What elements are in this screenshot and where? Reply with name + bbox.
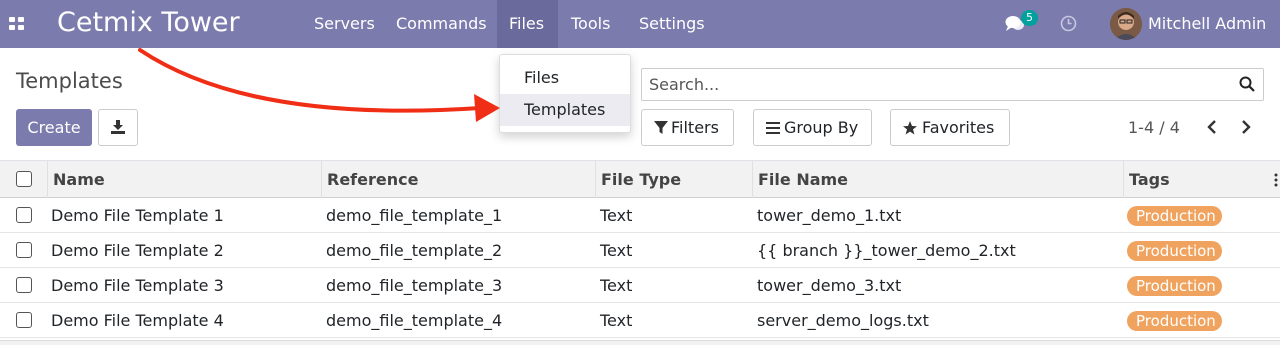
top-navbar: Cetmix Tower Servers Commands Files Tool…	[0, 0, 1280, 48]
column-header-name[interactable]: Name	[47, 161, 323, 198]
cell-file-name: tower_demo_1.txt	[757, 206, 902, 225]
download-icon	[111, 120, 125, 134]
create-button[interactable]: Create	[16, 109, 92, 146]
cell-file-name: server_demo_logs.txt	[757, 311, 929, 330]
table-footer	[0, 340, 1280, 345]
favorites-label: Favorites	[922, 118, 995, 137]
cell-name: Demo File Template 2	[51, 241, 224, 260]
tag-badge: Production	[1127, 206, 1222, 226]
clock-icon[interactable]	[1060, 15, 1077, 32]
cell-file-name: {{ branch }}_tower_demo_2.txt	[757, 241, 1016, 260]
cell-file-type: Text	[600, 241, 633, 260]
table-row[interactable]: Demo File Template 3 demo_file_template_…	[0, 268, 1280, 303]
row-checkbox[interactable]	[16, 207, 32, 223]
groupby-label: Group By	[784, 118, 859, 137]
table-row[interactable]: Demo File Template 4 demo_file_template_…	[0, 303, 1280, 338]
select-all-checkbox[interactable]	[16, 171, 32, 187]
search-box[interactable]	[641, 68, 1264, 101]
column-header-tags[interactable]: Tags	[1123, 161, 1273, 198]
menu-files[interactable]: Files	[497, 0, 558, 48]
tag-badge: Production	[1127, 311, 1222, 331]
dropdown-item-templates[interactable]: Templates	[500, 94, 630, 126]
menu-settings[interactable]: Settings	[627, 0, 717, 48]
chevron-left-icon[interactable]	[1206, 119, 1218, 135]
favorites-button[interactable]: Favorites	[890, 109, 1010, 146]
table-row[interactable]: Demo File Template 1 demo_file_template_…	[0, 198, 1280, 233]
cell-reference: demo_file_template_3	[326, 276, 503, 295]
dropdown-item-files[interactable]: Files	[500, 62, 630, 94]
cell-reference: demo_file_template_1	[326, 206, 503, 225]
page-title: Templates	[16, 69, 123, 93]
star-icon	[903, 121, 917, 135]
cell-file-type: Text	[600, 276, 633, 295]
cell-name: Demo File Template 1	[51, 206, 224, 225]
column-header-reference[interactable]: Reference	[321, 161, 595, 198]
cell-file-name: tower_demo_3.txt	[757, 276, 902, 295]
menu-servers[interactable]: Servers	[302, 0, 387, 48]
row-checkbox[interactable]	[16, 312, 32, 328]
search-icon[interactable]	[1239, 76, 1255, 92]
table-header: Name Reference File Type File Name Tags	[0, 160, 1280, 198]
menu-tools[interactable]: Tools	[559, 0, 622, 48]
avatar[interactable]	[1110, 8, 1142, 40]
cell-name: Demo File Template 4	[51, 311, 224, 330]
search-input[interactable]	[649, 75, 1229, 94]
filter-icon	[654, 121, 668, 134]
chevron-right-icon[interactable]	[1240, 119, 1252, 135]
groupby-button[interactable]: Group By	[753, 109, 872, 146]
cell-name: Demo File Template 3	[51, 276, 224, 295]
column-header-file-type[interactable]: File Type	[595, 161, 753, 198]
filters-label: Filters	[671, 118, 719, 137]
menu-commands[interactable]: Commands	[384, 0, 499, 48]
pager-value[interactable]: 1-4 / 4	[1128, 118, 1180, 137]
download-button[interactable]	[98, 109, 138, 146]
tag-badge: Production	[1127, 241, 1222, 261]
filters-button[interactable]: Filters	[641, 109, 734, 146]
column-header-file-name[interactable]: File Name	[752, 161, 1123, 198]
cell-file-type: Text	[600, 206, 633, 225]
list-icon	[766, 122, 780, 134]
user-name[interactable]: Mitchell Admin	[1148, 14, 1266, 33]
row-checkbox[interactable]	[16, 277, 32, 293]
message-count-badge: 5	[1021, 10, 1038, 26]
app-brand[interactable]: Cetmix Tower	[57, 7, 240, 39]
tag-badge: Production	[1127, 276, 1222, 296]
files-dropdown-menu: Files Templates	[499, 54, 631, 133]
cell-reference: demo_file_template_2	[326, 241, 503, 260]
cell-file-type: Text	[600, 311, 633, 330]
row-checkbox[interactable]	[16, 242, 32, 258]
apps-grid-icon[interactable]	[9, 17, 25, 31]
table-row[interactable]: Demo File Template 2 demo_file_template_…	[0, 233, 1280, 268]
cell-reference: demo_file_template_4	[326, 311, 503, 330]
optional-columns-icon[interactable]	[1274, 173, 1278, 187]
